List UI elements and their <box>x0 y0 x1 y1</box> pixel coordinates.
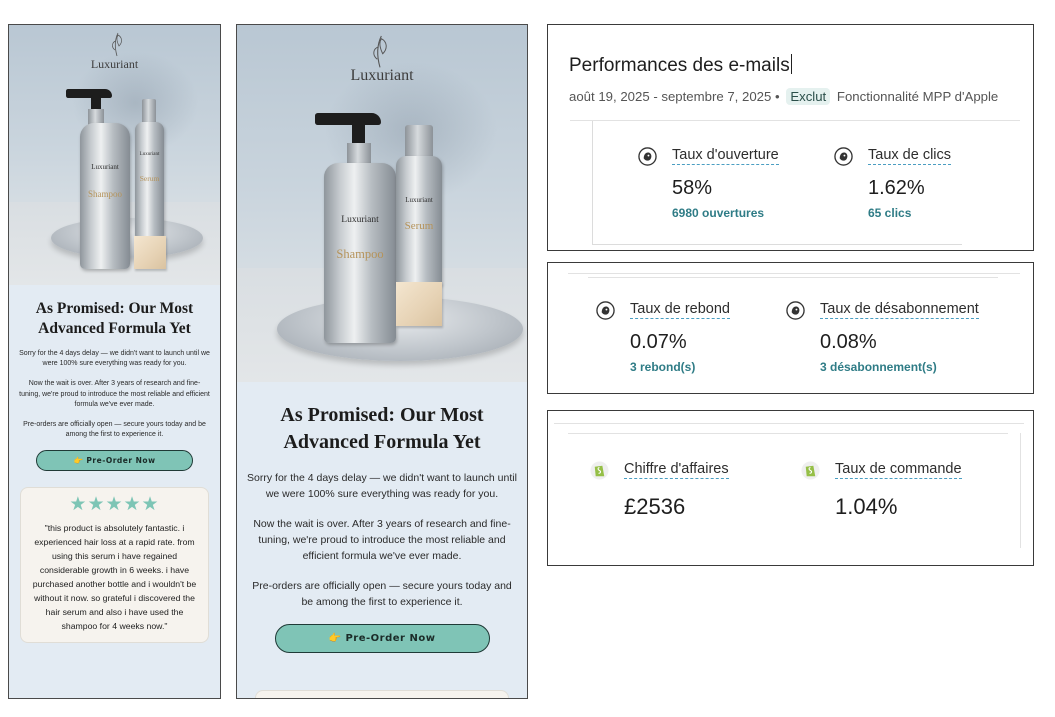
metric-value: 58% <box>672 177 713 199</box>
email-performance-card: Performances des e-mails août 19, 2025 -… <box>547 24 1034 251</box>
bounce-unsubscribe-card: Taux de rebond 0.07% 3 rebond(s) Taux de… <box>547 262 1034 394</box>
pump-column <box>352 121 365 145</box>
metric-value: 1.04% <box>835 494 898 519</box>
brand-logo: Luxuriant <box>90 57 139 71</box>
email-preview-wide: Luxuriant Luxuriant Shampoo Luxuriant Se… <box>236 24 528 699</box>
metric-label[interactable]: Taux de rebond <box>630 301 730 319</box>
review-card-peek <box>255 690 509 698</box>
date-range: août 19, 2025 - septembre 7, 2025 • <box>569 89 780 104</box>
review-card: ★★★★★ "this product is absolutely fantas… <box>20 487 209 643</box>
leaf-logo-icon <box>112 32 122 57</box>
hero-image: Luxuriant Luxuriant Shampoo Luxuriant Se… <box>9 25 220 285</box>
metric-value: £2536 <box>624 494 686 519</box>
display-cube <box>134 236 166 269</box>
serum-bottle: Luxuriant Serum <box>396 156 442 286</box>
shampoo-bottle: Luxuriant Shampoo <box>324 163 396 343</box>
metric-value: 0.07% <box>630 331 687 353</box>
metric-label[interactable]: Taux d'ouverture <box>672 147 779 165</box>
mailchimp-icon <box>834 147 853 166</box>
pre-order-button[interactable]: 👉 Pre-Order Now <box>274 624 490 653</box>
metric-label[interactable]: Chiffre d'affaires <box>624 461 729 479</box>
bottle-product: Serum <box>404 220 434 232</box>
shampoo-bottle: Luxuriant Shampoo <box>80 123 130 269</box>
pump-head <box>66 89 112 98</box>
intro-paragraph: Sorry for the 4 days delay — we didn't w… <box>247 472 517 500</box>
story-paragraph: Now the wait is over. After 3 years of r… <box>253 518 511 562</box>
brand-logo: Luxuriant <box>350 67 414 84</box>
divider <box>1020 433 1021 548</box>
divider <box>588 277 998 278</box>
hero-image: Luxuriant Luxuriant Shampoo Luxuriant Se… <box>237 25 527 382</box>
email-preview-compact: Luxuriant Luxuriant Shampoo Luxuriant Se… <box>8 24 221 699</box>
pre-order-button[interactable]: 👉 Pre-Order Now <box>36 450 193 472</box>
divider <box>568 273 1020 274</box>
rating-stars: ★★★★★ <box>69 494 160 516</box>
bottle-neck <box>347 143 371 165</box>
text-caret <box>790 54 792 74</box>
date-range-row: août 19, 2025 - septembre 7, 2025 • Excl… <box>569 88 998 105</box>
display-cube <box>396 282 442 326</box>
metric-detail: 6980 ouvertures <box>672 206 765 220</box>
serum-bottle: Luxuriant Serum <box>135 122 164 238</box>
metric-label[interactable]: Taux de clics <box>868 147 952 165</box>
metric-value: 1.62% <box>868 177 925 199</box>
bottle-brand: Luxuriant <box>405 196 433 204</box>
metric-label[interactable]: Taux de désabonnement <box>820 301 979 319</box>
review-text: "this product is absolutely fantastic. i… <box>32 523 197 631</box>
metric-detail: 3 désabonnement(s) <box>820 360 937 374</box>
page-title: Performances des e-mails <box>569 54 792 76</box>
divider <box>568 433 1008 434</box>
bottle-brand: Luxuriant <box>139 152 160 157</box>
bottle-brand: Luxuriant <box>341 215 379 225</box>
divider <box>554 423 1024 424</box>
bottle-product: Serum <box>139 174 160 183</box>
metric-detail: 3 rebond(s) <box>630 360 696 374</box>
metric-label[interactable]: Taux de commande <box>835 461 962 479</box>
preorder-paragraph: Pre-orders are officially open — secure … <box>252 580 512 608</box>
exclude-badge[interactable]: Exclut <box>786 88 831 105</box>
bottle-product: Shampoo <box>87 189 122 199</box>
mailchimp-icon <box>596 301 615 320</box>
pump-head <box>315 113 381 125</box>
mpp-note: Fonctionnalité MPP d'Apple <box>836 89 999 104</box>
bottle-brand: Luxuriant <box>91 163 119 171</box>
metric-value: 0.08% <box>820 331 877 353</box>
email-headline: As Promised: Our Most Advanced Formula Y… <box>280 404 484 453</box>
email-headline: As Promised: Our Most Advanced Formula Y… <box>35 300 194 337</box>
mailchimp-icon <box>786 301 805 320</box>
bottle-product: Shampoo <box>336 247 384 261</box>
intro-paragraph: Sorry for the 4 days delay — we didn't w… <box>19 350 210 368</box>
preorder-paragraph: Pre-orders are officially open — secure … <box>23 421 206 439</box>
revenue-card: Chiffre d'affaires £2536 Taux de command… <box>547 410 1034 566</box>
leaf-logo-icon <box>373 35 387 68</box>
serum-cap <box>405 125 433 159</box>
shopify-icon <box>590 461 609 480</box>
story-paragraph: Now the wait is over. After 3 years of r… <box>19 380 210 408</box>
mailchimp-icon <box>638 147 657 166</box>
metric-detail: 65 clics <box>868 206 912 220</box>
shopify-icon <box>801 461 820 480</box>
